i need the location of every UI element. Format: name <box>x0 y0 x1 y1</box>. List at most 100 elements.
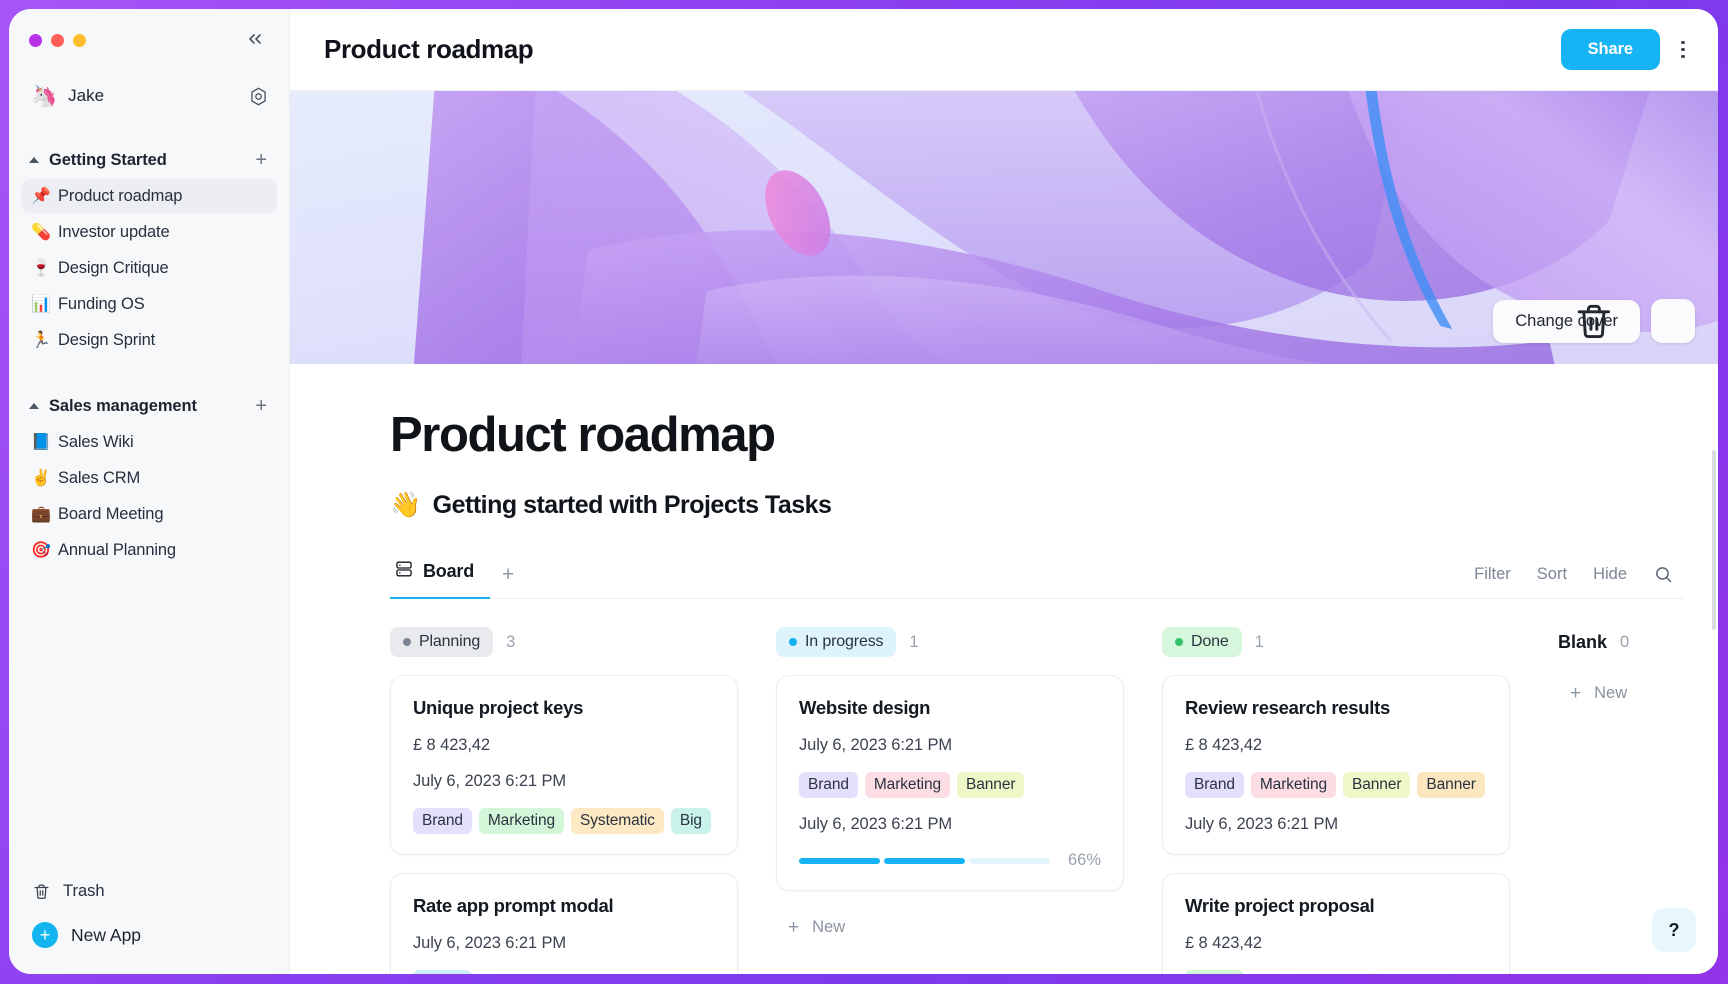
vertical-scrollbar[interactable] <box>1712 450 1716 630</box>
board-card[interactable]: Review research results £ 8 423,42 Brand… <box>1162 675 1510 856</box>
progress-track <box>799 857 1050 864</box>
window-minimize-light[interactable] <box>51 33 64 47</box>
filter-button[interactable]: Filter <box>1474 565 1511 584</box>
collapse-sidebar-icon[interactable] <box>241 25 269 56</box>
progress-segment <box>799 857 880 864</box>
board-card[interactable]: Rate app prompt modal July 6, 2023 6:21 … <box>390 873 738 974</box>
sidebar-item-design-critique[interactable]: 🍷 Design Critique <box>21 251 277 285</box>
avatar: 🦄 <box>31 84 58 108</box>
trash-icon <box>32 882 51 901</box>
tag: Banner <box>957 772 1025 799</box>
sidebar-item-board-meeting[interactable]: 💼 Board Meeting <box>21 497 277 531</box>
user-name: Jake <box>68 86 105 105</box>
cover-actions: Change cover <box>1493 299 1695 343</box>
view-controls: Filter Sort Hide <box>1474 564 1674 598</box>
card-amount: £ 8 423,42 <box>413 736 490 755</box>
delete-cover-button[interactable] <box>1577 299 1695 343</box>
board-card[interactable]: Unique project keys £ 8 423,42 July 6, 2… <box>390 675 738 856</box>
tab-board-label: Board <box>423 561 475 582</box>
sidebar-item-label: Investor update <box>58 222 170 241</box>
search-icon[interactable] <box>1653 564 1674 585</box>
sidebar-item-label: Product roadmap <box>58 186 183 205</box>
kebab-menu-icon[interactable] <box>1670 35 1696 65</box>
chevron-up-icon[interactable] <box>29 403 39 409</box>
sidebar-item-investor-update[interactable]: 💊 Investor update <box>21 215 277 249</box>
sort-button[interactable]: Sort <box>1537 565 1567 584</box>
cover-image: Change cover <box>290 91 1718 364</box>
sidebar-item-label: Annual Planning <box>58 540 176 559</box>
column-header: Planning 3 <box>390 625 738 659</box>
tag: Brand <box>1185 970 1244 974</box>
card-date: July 6, 2023 6:21 PM <box>799 736 953 755</box>
view-toolbar: Board + Filter Sort Hide <box>390 550 1684 600</box>
wine-glass-icon: 🍷 <box>31 260 51 277</box>
card-tags: Brand <box>413 970 715 974</box>
sidebar-item-sales-crm[interactable]: ✌️ Sales CRM <box>21 461 277 495</box>
status-label: Done <box>1191 633 1229 651</box>
tag: Brand <box>413 970 472 974</box>
blue-book-icon: 📘 <box>31 434 51 451</box>
page-title-breadcrumb: Product roadmap <box>324 34 534 64</box>
page-subtitle: 👋 Getting started with Projects Tasks <box>390 491 1684 520</box>
sidebar-section-sales-management: Sales management + <box>9 389 289 423</box>
trash-label: Trash <box>63 882 105 900</box>
wave-icon: 👋 <box>390 491 421 520</box>
sidebar-item-annual-planning[interactable]: 🎯 Annual Planning <box>21 533 277 567</box>
tag: Brand <box>799 772 858 799</box>
hide-button[interactable]: Hide <box>1593 565 1627 584</box>
sidebar: 🦄 Jake Getting Started + 📌 Product roadm… <box>9 9 290 974</box>
target-icon: 🎯 <box>31 542 51 559</box>
tag: Marketing <box>478 808 565 835</box>
add-page-button[interactable]: + <box>255 396 269 416</box>
user-row[interactable]: 🦄 Jake <box>9 71 289 121</box>
sidebar-item-design-sprint[interactable]: 🏃 Design Sprint <box>21 323 277 357</box>
column-count: 1 <box>1254 632 1264 651</box>
trash-icon <box>1577 304 1611 339</box>
card-date-secondary: July 6, 2023 6:21 PM <box>799 815 953 834</box>
page-content: Product roadmap 👋 Getting started with P… <box>290 364 1718 974</box>
sidebar-item-product-roadmap[interactable]: 📌 Product roadmap <box>21 179 277 213</box>
sidebar-item-label: Sales CRM <box>58 468 141 487</box>
board-column-done: Done 1 Review research results £ 8 423,4… <box>1162 625 1510 974</box>
window-maximize-light[interactable] <box>73 33 86 47</box>
sidebar-item-label: Board Meeting <box>58 504 164 523</box>
window-close-light[interactable] <box>29 33 42 47</box>
sidebar-item-sales-wiki[interactable]: 📘 Sales Wiki <box>21 425 277 459</box>
help-button[interactable]: ? <box>1652 908 1696 952</box>
share-button[interactable]: Share <box>1560 29 1660 70</box>
progress-segment <box>968 857 1050 864</box>
board-card[interactable]: Write project proposal £ 8 423,42 Brand <box>1162 873 1510 974</box>
add-card-button[interactable]: + New <box>1558 675 1718 712</box>
progress-segment <box>883 857 965 864</box>
column-title: Blank <box>1558 631 1608 652</box>
status-dot <box>789 638 797 647</box>
gear-icon[interactable] <box>247 85 269 107</box>
tab-board[interactable]: Board <box>390 550 491 600</box>
new-app-label: New App <box>71 924 142 945</box>
status-badge[interactable]: Done <box>1162 627 1242 658</box>
card-tags: Brand Marketing Systematic Big <box>413 808 715 835</box>
sidebar-item-funding-os[interactable]: 📊 Funding OS <box>21 287 277 321</box>
sidebar-item-label: Design Critique <box>58 258 169 277</box>
section-title: Getting Started <box>49 150 167 169</box>
status-label: In progress <box>805 633 884 651</box>
status-badge[interactable]: In progress <box>776 627 897 658</box>
status-dot <box>403 638 411 647</box>
top-bar: Product roadmap Share <box>290 9 1718 91</box>
add-view-button[interactable]: + <box>490 560 526 598</box>
sidebar-item-trash[interactable]: Trash <box>21 873 277 910</box>
column-count: 3 <box>506 632 516 651</box>
chevron-up-icon[interactable] <box>29 157 39 163</box>
page-title: Product roadmap <box>390 408 776 462</box>
status-label: Planning <box>419 633 481 651</box>
status-badge[interactable]: Planning <box>390 627 494 658</box>
board-card[interactable]: Website design July 6, 2023 6:21 PM Bran… <box>776 675 1124 892</box>
plus-icon: + <box>1570 683 1582 705</box>
new-app-button[interactable]: + New App <box>9 910 289 948</box>
column-header: Done 1 <box>1162 625 1510 659</box>
add-page-button[interactable]: + <box>255 150 269 170</box>
plus-circle-icon: + <box>32 922 58 948</box>
add-card-button[interactable]: + New <box>776 909 1124 946</box>
card-amount: £ 8 423,42 <box>1185 736 1262 755</box>
card-date: July 6, 2023 6:21 PM <box>413 934 567 953</box>
